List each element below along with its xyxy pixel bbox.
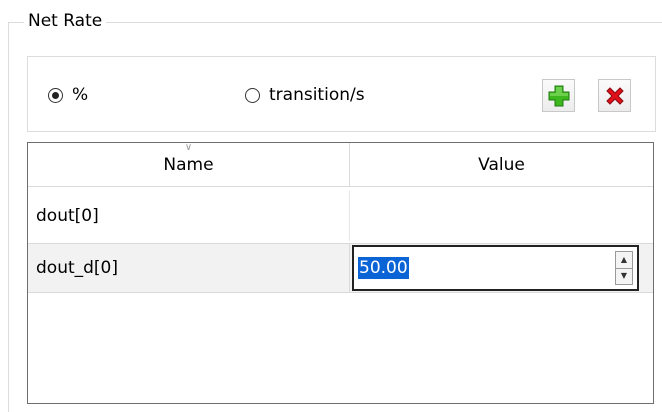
name-cell[interactable]: dout_d[0] <box>28 244 350 292</box>
net-rate-panel: Net Rate % transition/s ∨ Name Value dou… <box>0 0 662 412</box>
green-plus-icon <box>548 85 569 106</box>
sort-chevron-icon: ∨ <box>184 142 193 153</box>
table-row-selected[interactable]: dout_d[0] 50.00 ▲ ▼ <box>28 243 653 293</box>
value-cell[interactable]: 50.00 ▲ ▼ <box>350 244 653 292</box>
spinbox-buttons: ▲ ▼ <box>615 251 633 285</box>
rate-mode-bar: % transition/s <box>27 56 656 132</box>
spin-down-arrow-icon[interactable]: ▼ <box>616 269 632 285</box>
radio-percent-label: % <box>72 85 89 105</box>
name-cell[interactable]: dout[0] <box>28 191 350 241</box>
column-header-name-label: Name <box>163 154 214 175</box>
radio-transitions-label: transition/s <box>269 85 365 105</box>
radio-button-checked-icon[interactable] <box>48 87 63 103</box>
spinbox-value-text[interactable]: 50.00 <box>358 257 409 279</box>
column-header-value-label: Value <box>478 154 525 175</box>
spin-up-arrow-icon[interactable]: ▲ <box>616 252 632 269</box>
radio-transitions-per-second[interactable]: transition/s <box>245 85 365 105</box>
column-header-name[interactable]: ∨ Name <box>28 143 350 186</box>
column-header-value[interactable]: Value <box>350 143 653 186</box>
remove-button[interactable] <box>598 79 631 112</box>
group-title: Net Rate <box>24 9 107 33</box>
value-cell[interactable] <box>350 191 653 241</box>
net-rate-table: ∨ Name Value dout[0] dout_d[0] 50.00 ▲ ▼ <box>27 142 654 404</box>
red-x-icon <box>605 86 624 105</box>
table-header: ∨ Name Value <box>28 143 653 187</box>
table-row[interactable]: dout[0] <box>28 191 653 241</box>
add-button[interactable] <box>542 79 575 112</box>
radio-button-unchecked-icon[interactable] <box>245 87 260 103</box>
value-spinbox[interactable]: 50.00 ▲ ▼ <box>352 245 639 291</box>
radio-percent[interactable]: % <box>48 85 88 105</box>
